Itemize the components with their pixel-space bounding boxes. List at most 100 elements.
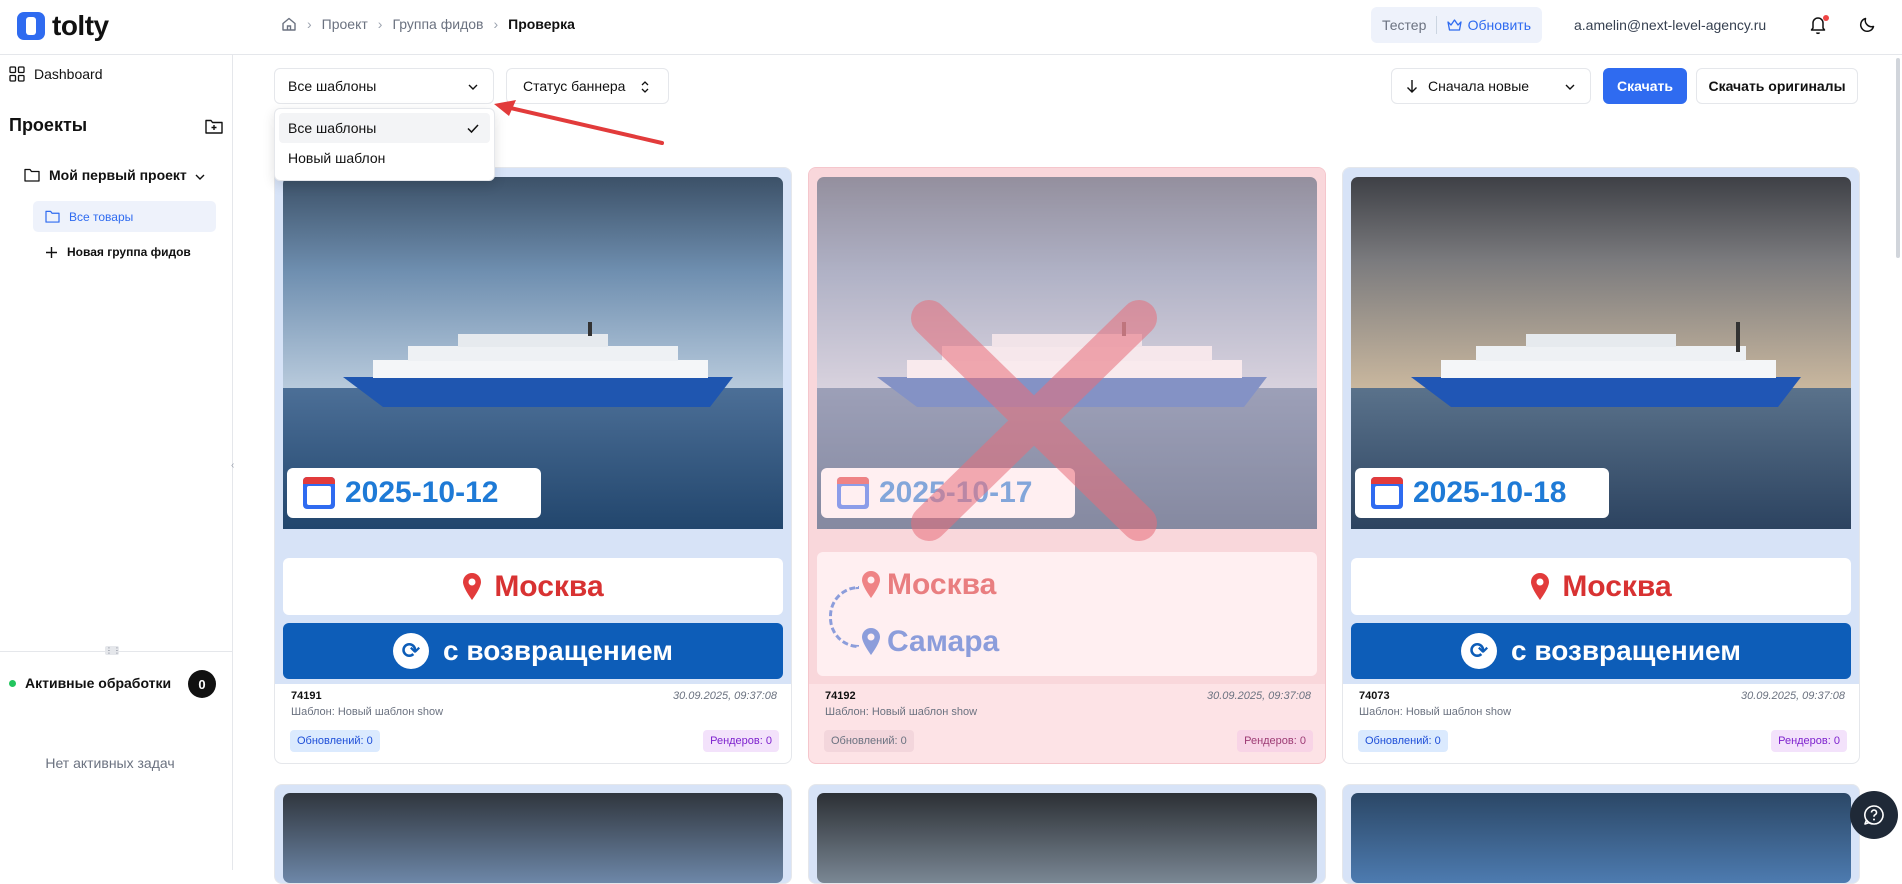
banner-date-text: 2025-10-17 xyxy=(879,476,1033,509)
chevron-right-icon: › xyxy=(307,16,312,32)
banner-date: 2025-10-18 xyxy=(1355,468,1609,518)
banner-card[interactable]: 2025-10-17 Москва Самара 74192 30.09.202… xyxy=(808,167,1326,764)
route-from: Москва xyxy=(861,568,996,602)
map-pin-icon xyxy=(862,571,880,598)
card-date: 30.09.2025, 09:37:08 xyxy=(673,690,777,702)
chevron-right-icon: › xyxy=(493,16,499,32)
sidebar-item-all-products[interactable]: Все товары xyxy=(33,201,216,232)
banner-date: 2025-10-17 xyxy=(821,468,1075,518)
sort-select[interactable]: Сначала новые xyxy=(1391,68,1591,104)
sort-select-value: Сначала новые xyxy=(1428,78,1530,94)
folder-plus-icon[interactable] xyxy=(205,118,223,134)
dropdown-option-label: Все шаблоны xyxy=(288,120,377,136)
banner-date-text: 2025-10-18 xyxy=(1413,476,1567,509)
template-select-value: Все шаблоны xyxy=(288,78,377,94)
route-from-text: Москва xyxy=(887,568,997,601)
notifications-button[interactable] xyxy=(1809,15,1829,35)
breadcrumb-current: Проверка xyxy=(508,16,575,32)
banner-card[interactable]: 2025-10-18 Москва ⟳ с возвращением 74073… xyxy=(1342,167,1860,764)
banner-return-text: с возвращением xyxy=(1511,635,1741,666)
card-date: 30.09.2025, 09:37:08 xyxy=(1741,690,1845,702)
logo[interactable]: tolty xyxy=(17,10,109,42)
no-tasks-text: Нет активных задач xyxy=(45,755,175,771)
status-select-value: Статус баннера xyxy=(523,78,626,94)
renders-badge: Рендеров: 0 xyxy=(1237,730,1313,752)
template-dropdown: Все шаблоны Новый шаблон xyxy=(274,108,495,181)
sidebar-item-dashboard[interactable]: Dashboard xyxy=(9,66,103,82)
banner-date-text: 2025-10-12 xyxy=(345,476,499,509)
banner-city: Москва xyxy=(1351,558,1851,615)
renders-badge: Рендеров: 0 xyxy=(1771,730,1847,752)
banner-card[interactable]: 2025-10-12 Москва ⟳ с возвращением 74191… xyxy=(274,167,792,764)
crown-icon xyxy=(1446,18,1462,31)
ship-image xyxy=(343,322,733,407)
banner-preview: 2025-10-18 Москва ⟳ с возвращением xyxy=(1343,168,1859,684)
chevron-right-icon: › xyxy=(377,16,383,32)
banner-route: Москва Самара xyxy=(817,552,1317,676)
banner-card[interactable] xyxy=(808,784,1326,884)
map-pin-icon xyxy=(463,572,482,600)
breadcrumb-project[interactable]: Проект xyxy=(322,16,368,32)
calendar-icon xyxy=(837,477,869,509)
dropdown-option-all-templates[interactable]: Все шаблоны xyxy=(279,113,490,143)
upgrade-button[interactable]: Обновить xyxy=(1446,17,1531,33)
sidebar-collapse-handle[interactable]: ‹ xyxy=(231,460,235,472)
download-button[interactable]: Скачать xyxy=(1603,68,1687,104)
banner-date: 2025-10-12 xyxy=(287,468,541,518)
breadcrumb-feed-group[interactable]: Группа фидов xyxy=(392,16,483,32)
banner-return: ⟳ с возвращением xyxy=(283,623,783,679)
banner-card[interactable] xyxy=(1342,784,1860,884)
help-chat-button[interactable] xyxy=(1850,791,1898,839)
sidebar-item-new-feed-group[interactable]: Новая группа фидов xyxy=(45,245,191,259)
page-scrollbar[interactable] xyxy=(1896,58,1900,258)
plan-widget: Тестер Обновить xyxy=(1371,7,1542,43)
active-tasks-header: Активные обработки xyxy=(9,675,171,691)
card-template: Шаблон: Новый шаблон show xyxy=(1359,706,1512,718)
status-dot xyxy=(9,679,16,687)
refresh-icon: ⟳ xyxy=(1461,633,1497,669)
banner-return-text: с возвращением xyxy=(443,635,673,666)
upgrade-label: Обновить xyxy=(1467,17,1531,33)
moon-icon xyxy=(1859,17,1875,33)
annotation-arrow xyxy=(494,100,664,145)
chat-question-icon xyxy=(1864,805,1884,825)
plan-label: Тестер xyxy=(1382,17,1427,33)
banner-return: ⟳ с возвращением xyxy=(1351,623,1851,679)
banner-city-text: Москва xyxy=(1562,569,1672,603)
chevron-down-icon xyxy=(468,84,478,90)
banner-preview: 2025-10-12 Москва ⟳ с возвращением xyxy=(275,168,791,684)
sidebar-item-label: Dashboard xyxy=(34,66,103,82)
ship-image xyxy=(877,322,1267,407)
home-icon[interactable] xyxy=(281,16,297,32)
download-originals-button[interactable]: Скачать оригиналы xyxy=(1696,68,1858,104)
route-to-text: Самара xyxy=(887,625,1000,658)
route-line xyxy=(829,586,859,648)
updates-badge: Обновлений: 0 xyxy=(1358,730,1448,752)
banner-city: Москва xyxy=(283,558,783,615)
dropdown-option-new-template[interactable]: Новый шаблон xyxy=(279,143,490,173)
template-select[interactable]: Все шаблоны xyxy=(274,68,494,104)
project-name: Мой первый проект xyxy=(49,167,187,183)
chevron-down-icon[interactable] xyxy=(193,170,207,184)
resize-handle[interactable]: ⋮⋮ xyxy=(105,646,121,655)
sidebar-item-label: Все товары xyxy=(69,209,134,224)
theme-toggle[interactable] xyxy=(1859,15,1879,35)
grid-icon xyxy=(9,66,25,82)
card-id: 74192 xyxy=(825,690,856,702)
folder-icon xyxy=(45,210,60,223)
top-bar: tolty › Проект › Группа фидов › Проверка… xyxy=(0,0,1902,55)
active-tasks-count: 0 xyxy=(188,670,216,698)
route-to: Самара xyxy=(861,625,999,659)
map-pin-icon xyxy=(862,628,880,655)
sidebar: Dashboard Проекты Мой первый проект Все … xyxy=(0,55,233,870)
card-id: 74073 xyxy=(1359,690,1390,702)
user-email[interactable]: a.amelin@next-level-agency.ru xyxy=(1574,17,1766,33)
breadcrumb: › Проект › Группа фидов › Проверка xyxy=(281,16,575,32)
renders-badge: Рендеров: 0 xyxy=(703,730,779,752)
active-tasks-label: Активные обработки xyxy=(25,675,172,691)
sidebar-project[interactable]: Мой первый проект xyxy=(24,167,209,183)
calendar-icon xyxy=(303,477,335,509)
chevron-down-icon xyxy=(1565,84,1575,90)
banner-card[interactable] xyxy=(274,784,792,884)
card-template: Шаблон: Новый шаблон show xyxy=(825,706,978,718)
